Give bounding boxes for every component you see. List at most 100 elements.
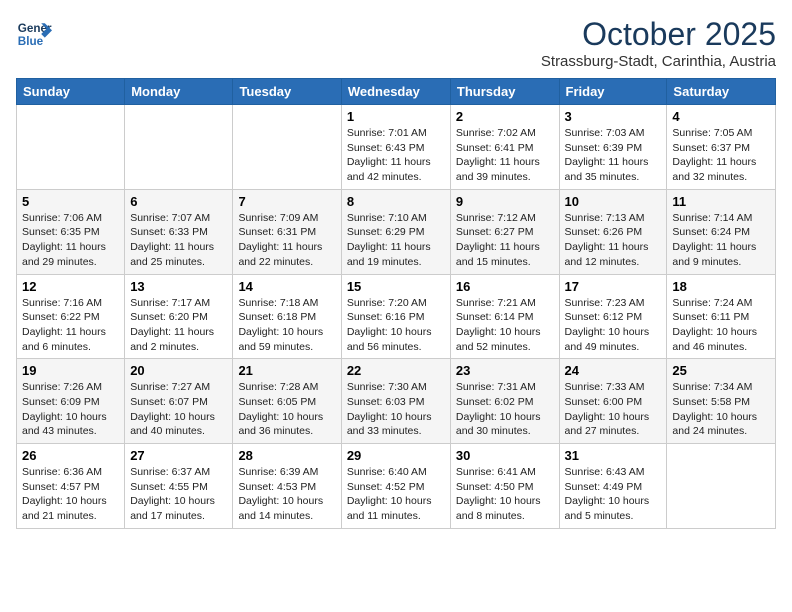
day-number: 16 xyxy=(456,279,554,294)
calendar-day-cell: 18 Sunrise: 7:24 AM Sunset: 6:11 PM Dayli… xyxy=(667,274,776,359)
day-number: 28 xyxy=(238,448,335,463)
day-number: 9 xyxy=(456,194,554,209)
calendar-day-cell: 5 Sunrise: 7:06 AM Sunset: 6:35 PM Daylig… xyxy=(17,189,125,274)
day-info: Sunrise: 7:24 AM Sunset: 6:11 PM Dayligh… xyxy=(672,296,770,355)
weekday-header: Saturday xyxy=(667,79,776,105)
day-number: 12 xyxy=(22,279,119,294)
day-info: Sunrise: 6:43 AM Sunset: 4:49 PM Dayligh… xyxy=(565,465,662,524)
day-info: Sunrise: 7:13 AM Sunset: 6:26 PM Dayligh… xyxy=(565,211,662,270)
calendar-day-cell: 27 Sunrise: 6:37 AM Sunset: 4:55 PM Dayli… xyxy=(125,444,233,529)
calendar-day-cell: 20 Sunrise: 7:27 AM Sunset: 6:07 PM Dayli… xyxy=(125,359,233,444)
day-number: 13 xyxy=(130,279,227,294)
day-number: 20 xyxy=(130,363,227,378)
day-number: 2 xyxy=(456,109,554,124)
day-info: Sunrise: 7:10 AM Sunset: 6:29 PM Dayligh… xyxy=(347,211,445,270)
day-info: Sunrise: 7:07 AM Sunset: 6:33 PM Dayligh… xyxy=(130,211,227,270)
day-number: 22 xyxy=(347,363,445,378)
day-number: 4 xyxy=(672,109,770,124)
calendar-day-cell: 14Sunrise: 7:18 AM Sunset: 6:18 PM Dayli… xyxy=(233,274,341,359)
month-title: October 2025 xyxy=(541,16,776,53)
weekday-header: Friday xyxy=(559,79,667,105)
day-info: Sunrise: 7:09 AM Sunset: 6:31 PM Dayligh… xyxy=(238,211,335,270)
day-info: Sunrise: 7:21 AM Sunset: 6:14 PM Dayligh… xyxy=(456,296,554,355)
calendar-day-cell: 24Sunrise: 7:33 AM Sunset: 6:00 PM Dayli… xyxy=(559,359,667,444)
day-number: 18 xyxy=(672,279,770,294)
calendar-day-cell xyxy=(17,105,125,190)
day-info: Sunrise: 7:17 AM Sunset: 6:20 PM Dayligh… xyxy=(130,296,227,355)
day-number: 5 xyxy=(22,194,119,209)
logo: General Blue xyxy=(16,16,52,52)
calendar-day-cell: 16 Sunrise: 7:21 AM Sunset: 6:14 PM Dayli… xyxy=(450,274,559,359)
day-number: 19 xyxy=(22,363,119,378)
calendar-week-row: 12 Sunrise: 7:16 AM Sunset: 6:22 PM Dayli… xyxy=(17,274,776,359)
calendar-day-cell: 10 Sunrise: 7:13 AM Sunset: 6:26 PM Dayli… xyxy=(559,189,667,274)
day-info: Sunrise: 7:16 AM Sunset: 6:22 PM Dayligh… xyxy=(22,296,119,355)
calendar-table: SundayMondayTuesdayWednesdayThursdayFrid… xyxy=(16,78,776,529)
calendar-day-cell: 22 Sunrise: 7:30 AM Sunset: 6:03 PM Dayli… xyxy=(341,359,450,444)
day-number: 1 xyxy=(347,109,445,124)
day-info: Sunrise: 7:20 AM Sunset: 6:16 PM Dayligh… xyxy=(347,296,445,355)
page-header: General Blue October 2025 Strassburg-Sta… xyxy=(16,16,776,70)
location-subtitle: Strassburg-Stadt, Carinthia, Austria xyxy=(541,53,776,70)
weekday-header-row: SundayMondayTuesdayWednesdayThursdayFrid… xyxy=(17,79,776,105)
calendar-day-cell: 1 Sunrise: 7:01 AM Sunset: 6:43 PM Daylig… xyxy=(341,105,450,190)
title-block: October 2025 Strassburg-Stadt, Carinthia… xyxy=(541,16,776,70)
calendar-day-cell: 13 Sunrise: 7:17 AM Sunset: 6:20 PM Dayli… xyxy=(125,274,233,359)
day-info: Sunrise: 7:33 AM Sunset: 6:00 PM Dayligh… xyxy=(565,380,662,439)
calendar-day-cell: 19Sunrise: 7:26 AM Sunset: 6:09 PM Dayli… xyxy=(17,359,125,444)
day-number: 30 xyxy=(456,448,554,463)
day-info: Sunrise: 7:30 AM Sunset: 6:03 PM Dayligh… xyxy=(347,380,445,439)
calendar-day-cell: 28Sunrise: 6:39 AM Sunset: 4:53 PM Dayli… xyxy=(233,444,341,529)
day-info: Sunrise: 7:23 AM Sunset: 6:12 PM Dayligh… xyxy=(565,296,662,355)
day-number: 17 xyxy=(565,279,662,294)
day-info: Sunrise: 7:01 AM Sunset: 6:43 PM Dayligh… xyxy=(347,126,445,185)
calendar-day-cell: 12 Sunrise: 7:16 AM Sunset: 6:22 PM Dayli… xyxy=(17,274,125,359)
calendar-day-cell: 21Sunrise: 7:28 AM Sunset: 6:05 PM Dayli… xyxy=(233,359,341,444)
day-number: 6 xyxy=(130,194,227,209)
day-info: Sunrise: 7:18 AM Sunset: 6:18 PM Dayligh… xyxy=(238,296,335,355)
weekday-header: Sunday xyxy=(17,79,125,105)
calendar-day-cell xyxy=(233,105,341,190)
calendar-day-cell: 4Sunrise: 7:05 AM Sunset: 6:37 PM Daylig… xyxy=(667,105,776,190)
day-number: 3 xyxy=(565,109,662,124)
calendar-day-cell: 3 Sunrise: 7:03 AM Sunset: 6:39 PM Daylig… xyxy=(559,105,667,190)
weekday-header: Tuesday xyxy=(233,79,341,105)
calendar-day-cell xyxy=(667,444,776,529)
calendar-day-cell: 29 Sunrise: 6:40 AM Sunset: 4:52 PM Dayli… xyxy=(341,444,450,529)
day-info: Sunrise: 7:34 AM Sunset: 5:58 PM Dayligh… xyxy=(672,380,770,439)
day-info: Sunrise: 7:27 AM Sunset: 6:07 PM Dayligh… xyxy=(130,380,227,439)
day-number: 27 xyxy=(130,448,227,463)
day-number: 31 xyxy=(565,448,662,463)
day-info: Sunrise: 6:40 AM Sunset: 4:52 PM Dayligh… xyxy=(347,465,445,524)
weekday-header: Monday xyxy=(125,79,233,105)
day-number: 29 xyxy=(347,448,445,463)
calendar-day-cell: 2 Sunrise: 7:02 AM Sunset: 6:41 PM Daylig… xyxy=(450,105,559,190)
calendar-day-cell: 17 Sunrise: 7:23 AM Sunset: 6:12 PM Dayli… xyxy=(559,274,667,359)
calendar-day-cell xyxy=(125,105,233,190)
calendar-week-row: 26 Sunrise: 6:36 AM Sunset: 4:57 PM Dayli… xyxy=(17,444,776,529)
calendar-week-row: 5 Sunrise: 7:06 AM Sunset: 6:35 PM Daylig… xyxy=(17,189,776,274)
calendar-day-cell: 31 Sunrise: 6:43 AM Sunset: 4:49 PM Dayli… xyxy=(559,444,667,529)
svg-text:Blue: Blue xyxy=(18,35,44,48)
day-info: Sunrise: 7:12 AM Sunset: 6:27 PM Dayligh… xyxy=(456,211,554,270)
day-number: 10 xyxy=(565,194,662,209)
calendar-day-cell: 25Sunrise: 7:34 AM Sunset: 5:58 PM Dayli… xyxy=(667,359,776,444)
logo-icon: General Blue xyxy=(16,16,52,52)
day-info: Sunrise: 7:06 AM Sunset: 6:35 PM Dayligh… xyxy=(22,211,119,270)
day-info: Sunrise: 7:02 AM Sunset: 6:41 PM Dayligh… xyxy=(456,126,554,185)
calendar-day-cell: 23Sunrise: 7:31 AM Sunset: 6:02 PM Dayli… xyxy=(450,359,559,444)
weekday-header: Wednesday xyxy=(341,79,450,105)
day-number: 11 xyxy=(672,194,770,209)
day-info: Sunrise: 7:03 AM Sunset: 6:39 PM Dayligh… xyxy=(565,126,662,185)
day-number: 26 xyxy=(22,448,119,463)
day-info: Sunrise: 6:36 AM Sunset: 4:57 PM Dayligh… xyxy=(22,465,119,524)
calendar-day-cell: 15Sunrise: 7:20 AM Sunset: 6:16 PM Dayli… xyxy=(341,274,450,359)
day-info: Sunrise: 6:37 AM Sunset: 4:55 PM Dayligh… xyxy=(130,465,227,524)
calendar-day-cell: 11Sunrise: 7:14 AM Sunset: 6:24 PM Dayli… xyxy=(667,189,776,274)
calendar-day-cell: 8Sunrise: 7:10 AM Sunset: 6:29 PM Daylig… xyxy=(341,189,450,274)
calendar-week-row: 19Sunrise: 7:26 AM Sunset: 6:09 PM Dayli… xyxy=(17,359,776,444)
day-number: 23 xyxy=(456,363,554,378)
day-number: 21 xyxy=(238,363,335,378)
calendar-week-row: 1 Sunrise: 7:01 AM Sunset: 6:43 PM Daylig… xyxy=(17,105,776,190)
weekday-header: Thursday xyxy=(450,79,559,105)
